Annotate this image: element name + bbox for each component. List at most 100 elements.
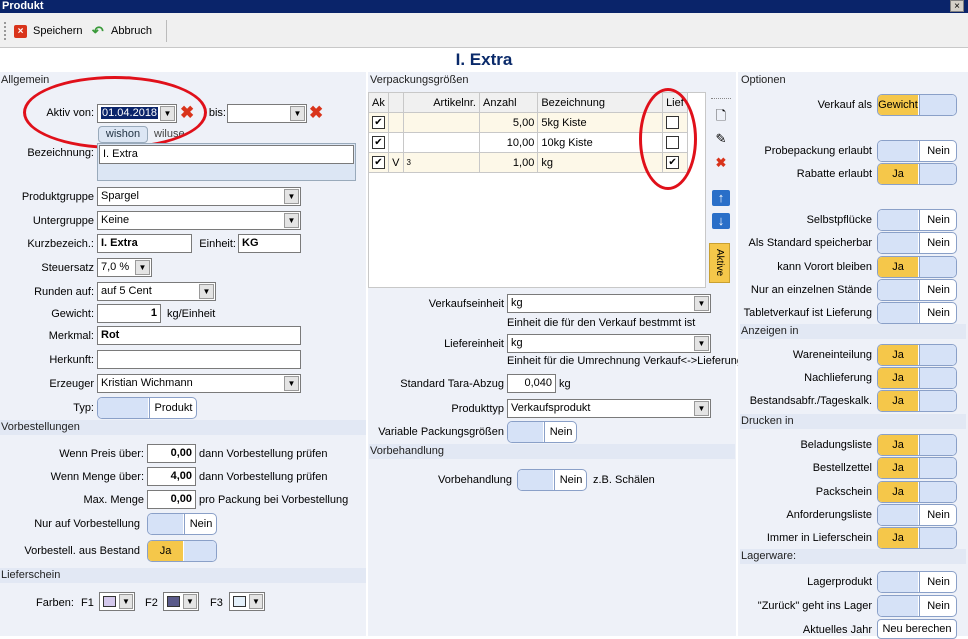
- f1-color-picker[interactable]: ▼: [99, 592, 135, 611]
- gewicht-input[interactable]: 1: [97, 304, 161, 323]
- window-title: Produkt: [0, 0, 968, 13]
- tablet-label: Tabletverkauf ist Lieferung: [743, 307, 872, 319]
- rabatte-label: Rabatte erlaubt: [796, 168, 872, 180]
- farben-label: Farben:: [36, 597, 74, 609]
- bezeichnung-label: Bezeichnung:: [27, 147, 94, 159]
- kurzbez-label: Kurzbezeich.:: [27, 238, 94, 250]
- untergruppe-select[interactable]: Keine ▼: [97, 211, 301, 230]
- tablet-toggle[interactable]: Nein: [877, 302, 957, 324]
- belad-toggle[interactable]: Ja: [877, 434, 957, 456]
- cancel-button[interactable]: ↶ Abbruch: [91, 22, 152, 40]
- gewicht-unit: kg/Einheit: [167, 308, 216, 320]
- tara-unit: kg: [559, 378, 571, 390]
- row-active-checkbox[interactable]: ✔: [372, 136, 385, 149]
- bestell-label: Bestellzettel: [812, 462, 872, 474]
- steuersatz-select[interactable]: 7,0 % ▼: [97, 258, 152, 277]
- produktgruppe-select[interactable]: Spargel ▼: [97, 187, 301, 206]
- runden-label: Runden auf:: [34, 286, 94, 298]
- f1-label: F1: [81, 597, 94, 609]
- row-active-checkbox[interactable]: ✔: [372, 116, 385, 129]
- selbst-toggle[interactable]: Nein: [877, 209, 957, 231]
- kurzbez-input[interactable]: I. Extra: [97, 234, 192, 253]
- save-button[interactable]: × Speichern: [13, 22, 83, 40]
- menge-label: Wenn Menge über:: [50, 471, 144, 483]
- merkmal-input[interactable]: Rot: [97, 326, 301, 345]
- anford-toggle[interactable]: Nein: [877, 504, 957, 526]
- vorbehandlung-label: Vorbehandlung: [437, 474, 512, 486]
- close-button[interactable]: ×: [950, 0, 964, 12]
- nur-vorbestellung-toggle[interactable]: Nein: [147, 513, 217, 535]
- nach-toggle[interactable]: Ja: [877, 367, 957, 389]
- herkunft-label: Herkunft:: [49, 354, 94, 366]
- delete-row-icon[interactable]: ✖: [712, 155, 730, 171]
- section-vorbestellungen: Vorbestellungen: [0, 420, 366, 435]
- bezeichnung-input[interactable]: I. Extra: [99, 145, 354, 164]
- section-verpackung: Verpackungsgrößen: [369, 73, 735, 88]
- bestand-toggle[interactable]: Ja: [147, 540, 217, 562]
- bestell-toggle[interactable]: Ja: [877, 457, 957, 479]
- produkttyp-select[interactable]: Verkaufsprodukt ▼: [507, 399, 711, 418]
- col-anzahl: Anzahl: [478, 92, 539, 113]
- cancel-label: Abbruch: [111, 25, 152, 37]
- preis-input[interactable]: 0,00: [147, 444, 196, 463]
- tara-input[interactable]: 0,040: [507, 374, 556, 393]
- steuersatz-label: Steuersatz: [41, 262, 94, 274]
- verkaufseinheit-select[interactable]: kg ▼: [507, 294, 711, 313]
- runden-select[interactable]: auf 5 Cent ▼: [97, 282, 216, 301]
- annotation-circle-aktiv: [23, 76, 207, 149]
- vorort-toggle[interactable]: Ja: [877, 256, 957, 278]
- einheit-input[interactable]: KG: [238, 234, 301, 253]
- variable-toggle[interactable]: Nein: [507, 421, 577, 443]
- toolbar-grip: [4, 22, 6, 40]
- move-up-icon[interactable]: ↑: [712, 190, 730, 206]
- liefereinheit-select[interactable]: kg ▼: [507, 334, 711, 353]
- lagerprodukt-toggle[interactable]: Nein: [877, 571, 957, 593]
- move-down-icon[interactable]: ↓: [712, 213, 730, 229]
- erzeuger-label: Erzeuger: [49, 378, 94, 390]
- immer-label: Immer in Lieferschein: [766, 532, 872, 544]
- immer-toggle[interactable]: Ja: [877, 527, 957, 549]
- bestand-label: Vorbestell. aus Bestand: [24, 545, 140, 557]
- f2-color-picker[interactable]: ▼: [163, 592, 199, 611]
- bestand-label: Bestandsabfr./Tageskalk.: [749, 395, 872, 407]
- f2-label: F2: [145, 597, 158, 609]
- f3-color-picker[interactable]: ▼: [229, 592, 265, 611]
- section-drucken: Drucken in: [740, 414, 966, 429]
- bis-date[interactable]: ▼: [227, 104, 307, 123]
- aktive-tab[interactable]: Aktive: [709, 243, 730, 283]
- row-active-checkbox[interactable]: ✔: [372, 156, 385, 169]
- side-grip: [711, 98, 731, 99]
- pack-label: Packschein: [815, 486, 872, 498]
- rabatte-toggle[interactable]: Ja: [877, 163, 957, 185]
- herkunft-input[interactable]: [97, 350, 301, 369]
- bis-label: bis:: [208, 107, 226, 119]
- col-v: [388, 92, 404, 113]
- annotation-circle-lief: [639, 88, 697, 190]
- gewicht-label: Gewicht:: [51, 308, 94, 320]
- edit-row-icon[interactable]: ✎: [712, 131, 730, 147]
- preis-label: Wenn Preis über:: [59, 448, 144, 460]
- waren-toggle[interactable]: Ja: [877, 344, 957, 366]
- probe-toggle[interactable]: Nein: [877, 140, 957, 162]
- pack-toggle[interactable]: Ja: [877, 481, 957, 503]
- standard-toggle[interactable]: Nein: [877, 232, 957, 254]
- f1-swatch: [103, 596, 116, 607]
- max-menge-input[interactable]: 0,00: [147, 490, 196, 509]
- typ-label: Typ:: [73, 402, 94, 414]
- staende-toggle[interactable]: Nein: [877, 279, 957, 301]
- tara-label: Standard Tara-Abzug: [400, 378, 504, 390]
- vorbehandlung-toggle[interactable]: Nein: [517, 469, 587, 491]
- merkmal-label: Merkmal:: [48, 330, 94, 342]
- new-row-icon[interactable]: 🗋: [712, 108, 730, 124]
- f3-swatch: [233, 596, 246, 607]
- verkaufseinheit-hint: Einheit die für den Verkauf bestmmt ist: [507, 317, 696, 329]
- clear-bis-icon[interactable]: ✖: [309, 104, 323, 122]
- verkauf-toggle[interactable]: Gewicht: [877, 94, 957, 116]
- neu-berechen-button[interactable]: Neu berechen: [877, 619, 957, 639]
- zurueck-toggle[interactable]: Nein: [877, 595, 957, 617]
- anford-label: Anforderungsliste: [786, 509, 872, 521]
- bestand-toggle[interactable]: Ja: [877, 390, 957, 412]
- typ-toggle[interactable]: Produkt: [97, 397, 197, 419]
- erzeuger-select[interactable]: Kristian Wichmann ▼: [97, 374, 301, 393]
- menge-input[interactable]: 4,00: [147, 467, 196, 486]
